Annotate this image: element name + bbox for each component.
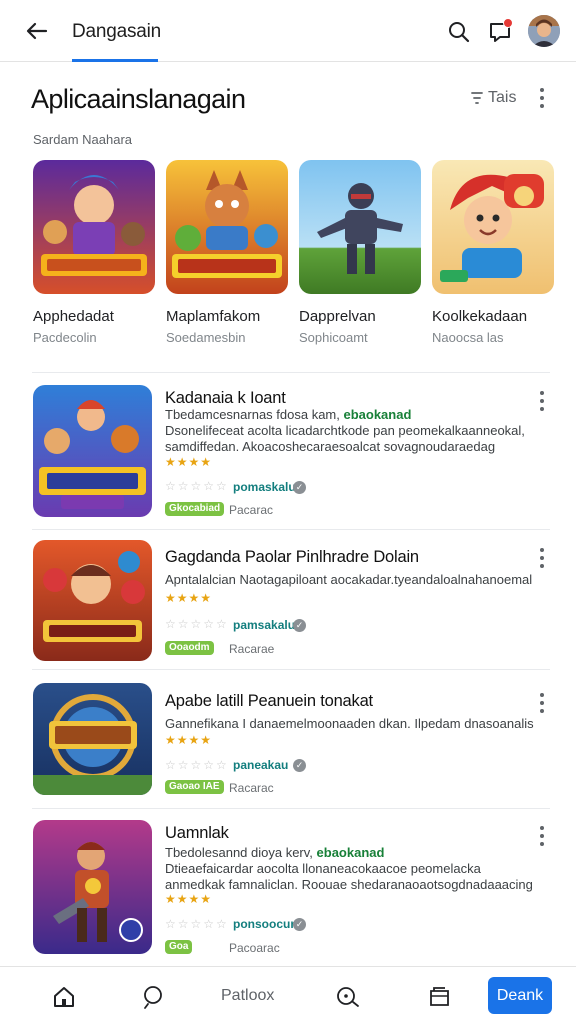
game-art-robot [299, 160, 421, 294]
app-description: Tbedamcesnarnas fdosa kam, ebaokanad Dso… [165, 407, 537, 455]
verified-label: paneakau [233, 758, 289, 772]
primary-action-button[interactable]: Deank [488, 977, 552, 1014]
home-icon[interactable] [50, 983, 78, 1011]
divider [32, 372, 550, 373]
app-description: Apntalalcian Naotagapiloant aocakadar.ty… [165, 572, 533, 587]
rating-stars-empty: ☆☆☆☆☆ [165, 479, 229, 493]
featured-sub: Naoocsa las [432, 330, 504, 345]
game-art-fox-hero [166, 160, 288, 294]
arrow-left-icon[interactable] [22, 16, 52, 46]
more-options-icon[interactable] [539, 548, 545, 568]
status-badge: Gkocabiad [165, 502, 225, 516]
app-title: Gagdanda Paolar Pinlhradre Dolain [165, 548, 419, 566]
more-options-icon[interactable] [539, 826, 545, 846]
app-meta: Pacarac [229, 503, 274, 517]
featured-name: Maplamfakom [166, 308, 261, 325]
game-art-boxer [33, 540, 152, 661]
top-app-bar: Dangasain [0, 0, 576, 62]
featured-sub: Pacdecolin [33, 330, 97, 345]
verified-check-icon: ✓ [293, 481, 306, 494]
verified-check-icon: ✓ [293, 918, 306, 931]
featured-name: Koolkekadaan [432, 308, 528, 325]
nav-center-label[interactable]: Patloox [221, 987, 274, 1005]
app-title: Apabe latill Peanuein tonakat [165, 692, 373, 710]
app-meta: Pacoarac [229, 941, 280, 955]
status-badge: Ooaodm [165, 641, 214, 655]
rating-stars-empty: ☆☆☆☆☆ [165, 617, 229, 631]
featured-name: Apphedadat [33, 308, 114, 325]
sort-label: Tais [488, 89, 517, 106]
app-description-text: Dsonelifeceat acolta licadarchtkode pan … [165, 423, 525, 454]
verified-label: ponsoocun [233, 917, 298, 931]
game-art-warriors [33, 160, 155, 294]
app-description-text: Tbedamcesnarnas fdosa kam, [165, 407, 344, 422]
status-badge: Gaoao IAE [165, 780, 224, 794]
divider [32, 669, 550, 670]
app-description-highlight: ebaokanad [343, 407, 412, 422]
library-icon[interactable] [426, 983, 454, 1011]
app-description-text: Dtieaefaicardar aocolta llonaneacokaacoe… [165, 861, 533, 892]
more-options-icon[interactable] [539, 88, 545, 108]
featured-sub: Sophicoamt [299, 330, 368, 345]
status-badge: Goa [165, 940, 193, 954]
verified-label: pamsakalu [233, 618, 296, 632]
verified-check-icon: ✓ [293, 619, 306, 632]
notification-dot [503, 18, 513, 28]
featured-name: Dapprelvan [299, 308, 376, 325]
divider [32, 529, 550, 530]
game-art-shield [33, 683, 152, 795]
more-options-icon[interactable] [539, 693, 545, 713]
app-description: Tbedolesannd dioya kerv, ebaokanad Dtiea… [165, 845, 537, 893]
app-description-text: Tbedolesannd dioya kerv, [165, 845, 317, 860]
rating-stars-empty: ☆☆☆☆☆ [165, 758, 229, 772]
avatar[interactable] [528, 15, 560, 47]
section-heading: Aplicaainslanagain [31, 84, 246, 114]
app-description: Gannefikana I danaemelmoonaaden dkan. Il… [165, 716, 534, 731]
app-title: Uamnlak [165, 824, 229, 842]
game-art-gunner [33, 820, 152, 954]
featured-card[interactable]: Dapprelvan Sophicoamt [299, 160, 421, 345]
featured-sub: Soedamesbin [166, 330, 246, 345]
featured-card[interactable]: Maplamfakom Soedamesbin [166, 160, 288, 345]
page-title: Dangasain [72, 21, 162, 42]
rating-stars: ★★★★ [165, 892, 213, 906]
app-description-highlight: ebaokanad [316, 845, 385, 860]
app-meta: Racarae [229, 642, 275, 656]
sort-button[interactable]: Tais [469, 89, 516, 107]
app-title: Kadanaia k Ioant [165, 389, 286, 407]
rating-stars: ★★★★ [165, 455, 213, 469]
rating-stars-empty: ☆☆☆☆☆ [165, 917, 229, 931]
divider [32, 808, 550, 809]
featured-card[interactable]: Apphedadat Pacdecolin [33, 160, 155, 345]
verified-check-icon: ✓ [293, 759, 306, 772]
more-options-icon[interactable] [539, 391, 545, 411]
search-icon[interactable] [334, 983, 362, 1011]
active-tab-indicator [72, 59, 158, 62]
explore-icon[interactable] [139, 983, 167, 1011]
game-art-squad [33, 385, 152, 517]
app-meta: Racarac [229, 781, 274, 795]
rating-stars: ★★★★ [165, 591, 213, 605]
game-art-redhair [432, 160, 554, 294]
filter-icon [471, 92, 483, 104]
verified-label: pomaskalu [233, 480, 296, 494]
featured-card[interactable]: Koolkekadaan Naoocsa las [432, 160, 554, 345]
search-icon[interactable] [446, 19, 472, 45]
rating-stars: ★★★★ [165, 733, 213, 747]
section-label: Sardam Naahara [33, 132, 132, 147]
